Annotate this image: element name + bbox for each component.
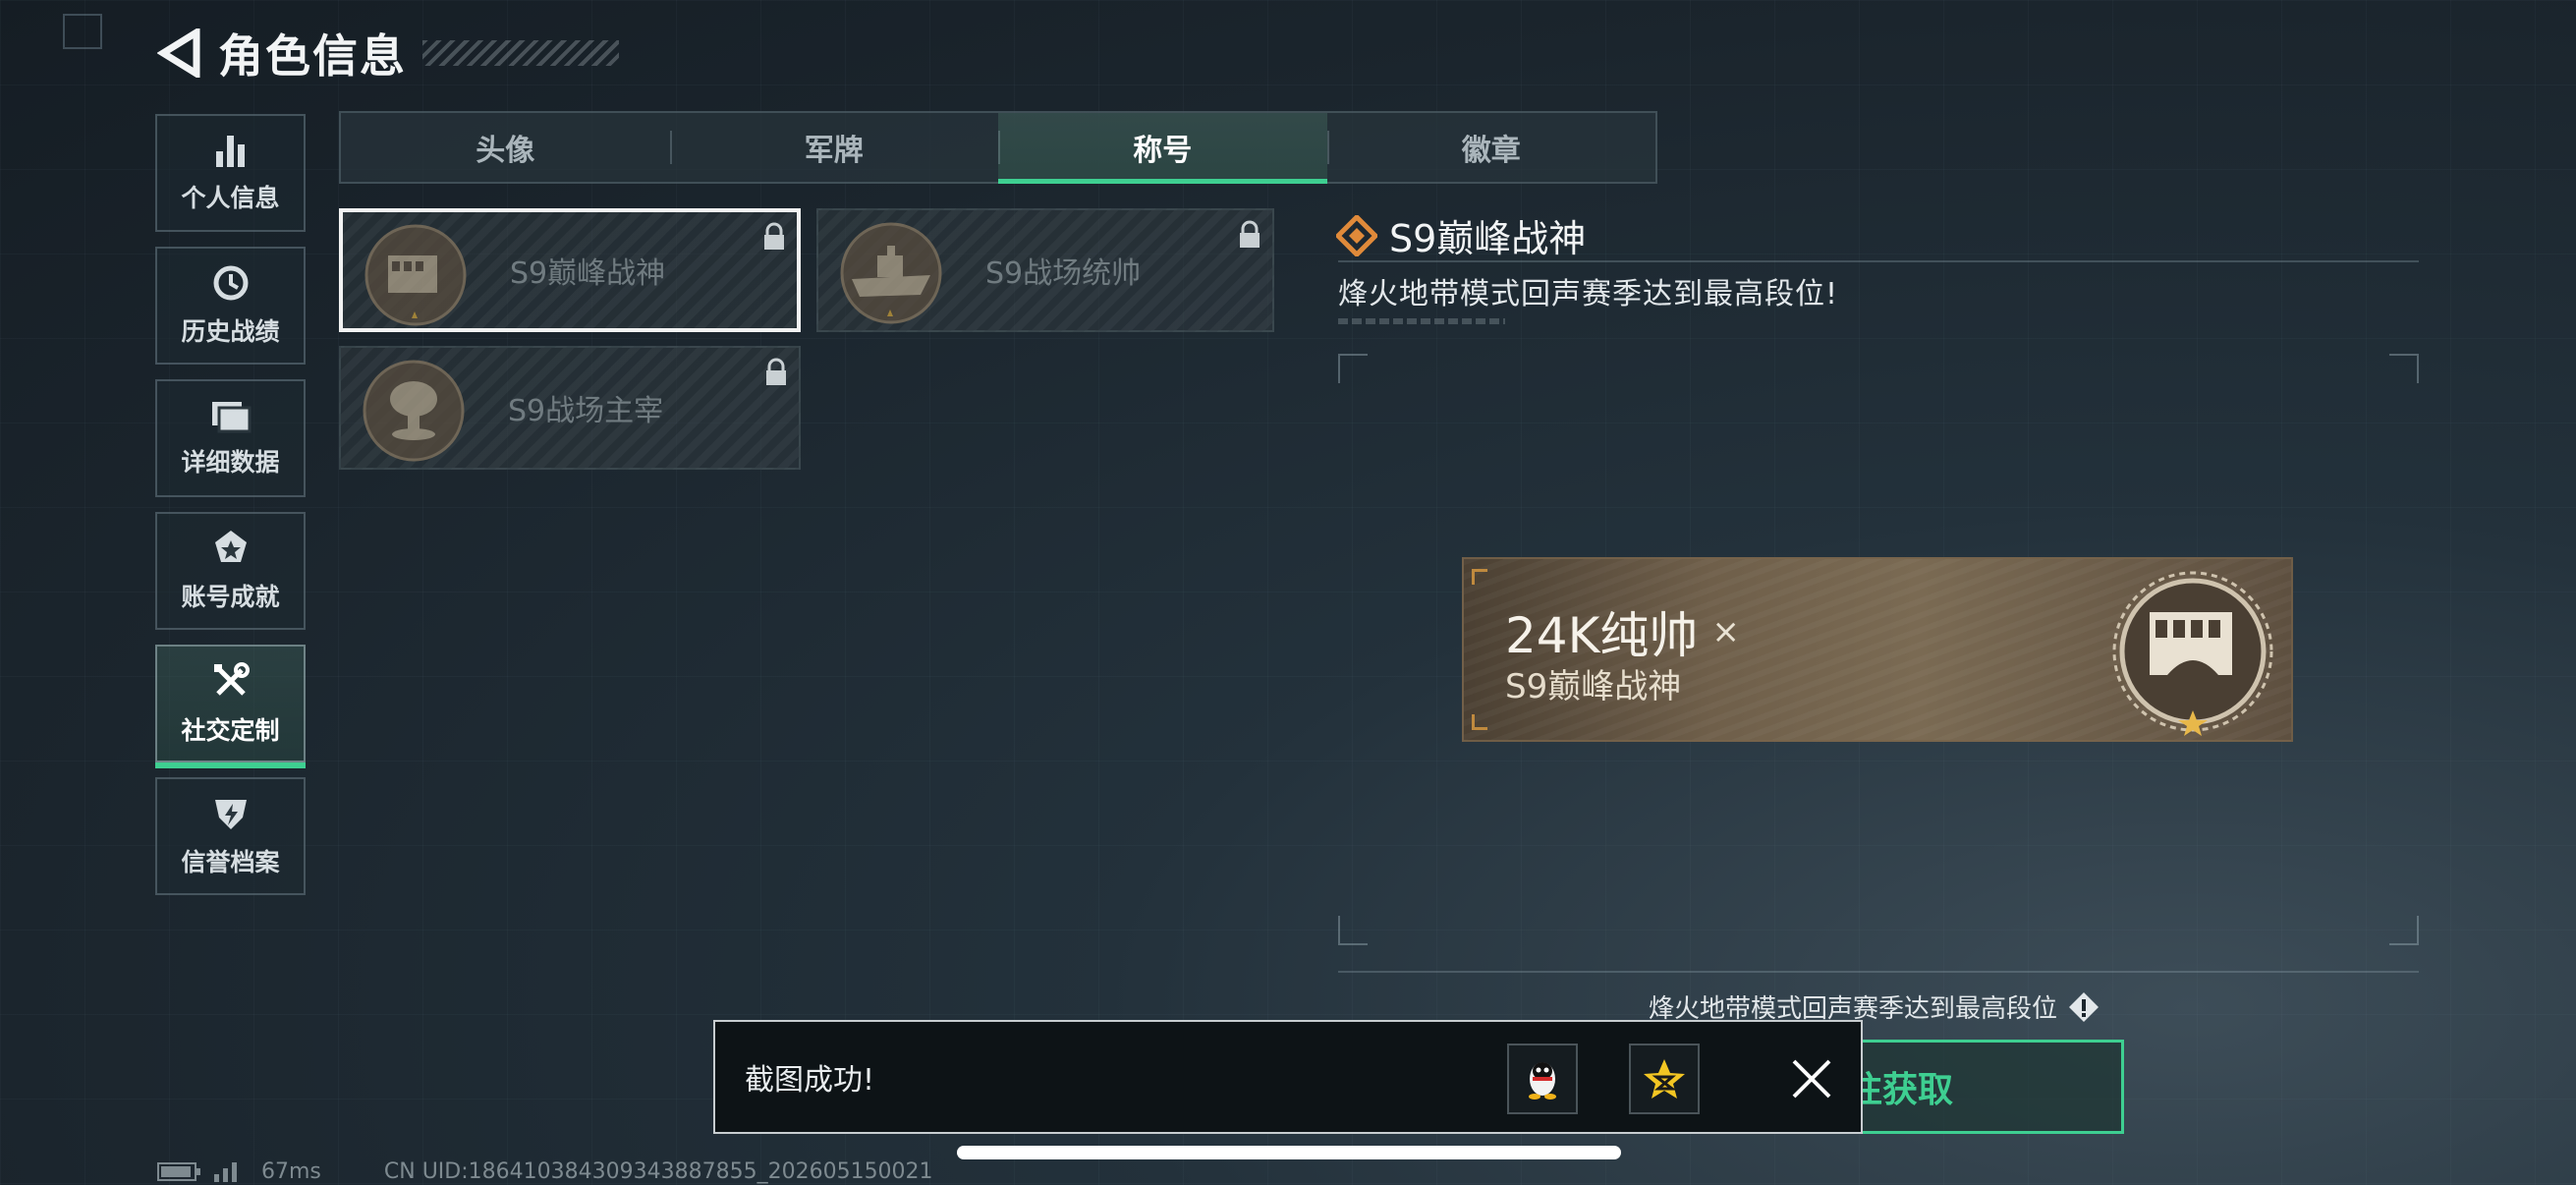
ping-text: 67ms [261, 1158, 321, 1184]
diamond-rank-icon [1336, 214, 1377, 256]
history-clock-icon [213, 265, 248, 301]
screenshot-toast: 截图成功! [713, 1020, 1863, 1134]
lock-icon [1240, 220, 1260, 248]
home-indicator[interactable] [957, 1146, 1621, 1159]
category-tabs: 头像 军牌 称号 徽章 [339, 111, 1657, 184]
toast-message: 截图成功! [745, 1063, 875, 1098]
qq-penguin-icon [1529, 1062, 1556, 1100]
title-card[interactable]: S9巅峰战神 [339, 208, 801, 332]
frame-corner [2389, 916, 2419, 945]
explosion-emblem-icon [363, 360, 465, 462]
title-decoration [422, 40, 619, 66]
divider [1338, 971, 2419, 973]
tools-icon [213, 662, 250, 696]
sidebar: 个人信息 历史战绩 详细数据 账号成就 社交定制 信誉档案 [155, 114, 306, 910]
sidebar-item-label: 账号成就 [181, 583, 280, 611]
player-name: 24K纯帅 × [1505, 596, 1740, 667]
frame-corner [2389, 354, 2419, 383]
share-qzone-button[interactable] [1629, 1044, 1700, 1114]
banner-corner [1472, 714, 1487, 730]
sidebar-item-label: 信誉档案 [181, 848, 280, 876]
back-button[interactable] [155, 24, 202, 83]
lock-icon [766, 358, 786, 385]
sidebar-item-achievements[interactable]: 账号成就 [155, 512, 306, 630]
frame-corner [1338, 354, 1368, 383]
qzone-star-icon [1644, 1059, 1685, 1099]
folder-icon [211, 402, 251, 433]
sidebar-item-credit[interactable]: 信誉档案 [155, 777, 306, 895]
detail-description: 烽火地带模式回声赛季达到最高段位! [1338, 277, 1839, 311]
tab-dogtag[interactable]: 军牌 [669, 113, 999, 182]
tab-avatar[interactable]: 头像 [341, 113, 670, 182]
banner-corner [1472, 569, 1487, 585]
sidebar-item-history[interactable]: 历史战绩 [155, 247, 306, 365]
signal-icon [214, 1162, 237, 1182]
detail-header: S9巅峰战神 [1336, 208, 1586, 262]
fortress-emblem-icon [2112, 571, 2273, 736]
battery-icon [157, 1162, 200, 1181]
banner-title: S9巅峰战神 [1505, 667, 1682, 706]
status-bar: 67ms CN UID:186410384309343887855_202605… [157, 1157, 933, 1185]
sidebar-item-label: 个人信息 [181, 184, 280, 212]
close-mark: × [1711, 612, 1740, 651]
sidebar-item-label: 社交定制 [181, 716, 280, 745]
credit-shield-icon [214, 800, 247, 829]
detail-title: S9巅峰战神 [1389, 217, 1587, 260]
lock-icon [764, 222, 784, 250]
bar-chart-icon [215, 136, 245, 167]
decorative-bar [1338, 318, 1505, 324]
player-name-text: 24K纯帅 [1505, 607, 1699, 664]
title-card-name: S9战场主宰 [508, 394, 664, 428]
fortress-emblem-icon [364, 224, 467, 326]
title-card-name: S9战场统帅 [985, 256, 1142, 291]
tab-badge[interactable]: 徽章 [1326, 113, 1656, 182]
page-header: 角色信息 [155, 24, 619, 83]
page-title: 角色信息 [218, 29, 407, 83]
divider [1338, 260, 2419, 262]
achievement-badge-icon [214, 531, 247, 562]
title-card[interactable]: S9战场统帅 [816, 208, 1274, 332]
sidebar-item-label: 历史战绩 [181, 317, 280, 346]
share-qq-button[interactable] [1507, 1044, 1578, 1114]
back-arrow-icon [157, 28, 200, 78]
title-card[interactable]: S9战场主宰 [339, 346, 801, 470]
tab-title[interactable]: 称号 [998, 113, 1327, 184]
uid-text: CN UID:186410384309343887855_20260515002… [383, 1158, 933, 1184]
info-icon[interactable] [2067, 990, 2100, 1024]
title-preview-banner: 24K纯帅 × S9巅峰战神 [1462, 557, 2293, 742]
sidebar-item-profile[interactable]: 个人信息 [155, 114, 306, 232]
hud-corner-mark [63, 14, 102, 49]
sidebar-item-details[interactable]: 详细数据 [155, 379, 306, 497]
warship-emblem-icon [840, 222, 942, 324]
toast-close-button[interactable] [1776, 1044, 1847, 1114]
sidebar-item-label: 详细数据 [181, 448, 280, 477]
close-icon [1792, 1059, 1831, 1099]
frame-corner [1338, 916, 1368, 945]
title-card-name: S9巅峰战神 [510, 256, 666, 291]
sidebar-item-social[interactable]: 社交定制 [155, 645, 306, 768]
